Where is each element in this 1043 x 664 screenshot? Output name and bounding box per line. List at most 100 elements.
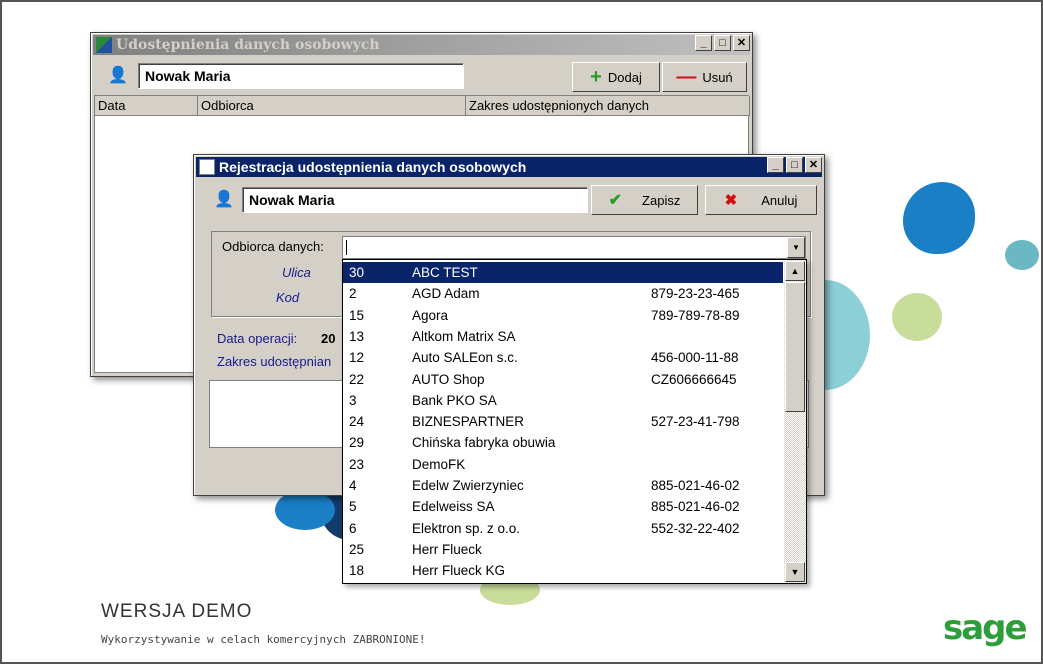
recipient-combobox[interactable]: ▼ (342, 236, 806, 259)
dropdown-cell-nip: CZ606666645 (651, 371, 737, 387)
plus-icon: + (590, 65, 602, 88)
dropdown-cell-id: 22 (349, 371, 365, 387)
demo-subtitle: Wykorzystywanie w celach komercyjnych ZA… (101, 633, 426, 646)
decor-blob-blue (903, 182, 975, 254)
sage-logo: sage (943, 608, 1028, 648)
dropdown-cell-name: Elektron sp. z o.o. (412, 520, 521, 536)
app-icon (199, 159, 215, 175)
dropdown-cell-name: Edelweiss SA (412, 499, 495, 515)
dropdown-cell-name: AUTO Shop (412, 371, 485, 387)
dropdown-cell-name: Herr Flueck KG (412, 563, 506, 579)
column-header-scope[interactable]: Zakres udostępnionych danych (466, 96, 750, 116)
dropdown-cell-id: 29 (349, 435, 365, 451)
dropdown-row[interactable]: 25 Herr Flueck (343, 539, 783, 560)
dropdown-cell-nip: 879-23-23-465 (651, 286, 740, 302)
dropdown-row[interactable]: 18 Herr Flueck KG (343, 560, 783, 581)
save-button[interactable]: ✔ Zapisz (591, 185, 698, 215)
window-title: Udostępnienia danych osobowych (116, 37, 380, 53)
dropdown-row[interactable]: 30 ABC TEST (343, 262, 783, 283)
code-label: Kod (276, 290, 300, 305)
dropdown-scrollbar[interactable]: ▲ ▼ (784, 260, 806, 583)
dropdown-cell-name: Agora (412, 307, 449, 323)
minimize-button[interactable]: _ (695, 35, 712, 51)
dropdown-row[interactable]: 24 BIZNESPARTNER 527-23-41-798 (343, 411, 783, 432)
dropdown-cell-name: ABC TEST (412, 265, 478, 280)
demo-title: WERSJA DEMO (101, 601, 253, 622)
person-icon: 👤 (214, 191, 234, 208)
cancel-x-icon: ✖ (724, 192, 738, 209)
add-button[interactable]: + Dodaj (572, 62, 660, 92)
maximize-button[interactable]: □ (714, 35, 731, 51)
person-field[interactable]: Nowak Maria (138, 63, 464, 89)
dropdown-cell-name: BIZNESPARTNER (412, 414, 525, 430)
decor-blob-teal (1005, 240, 1039, 270)
dropdown-cell-nip: 789-789-78-89 (651, 307, 740, 323)
person-icon: 👤 (108, 67, 128, 84)
dropdown-row[interactable]: 2 AGD Adam 879-23-23-465 (343, 283, 783, 304)
dropdown-row[interactable]: 5 Edelweiss SA 885-021-46-02 (343, 496, 783, 517)
scroll-thumb[interactable] (785, 282, 805, 412)
dropdown-row[interactable]: 23 DemoFK (343, 454, 783, 475)
scroll-down-button[interactable]: ▼ (785, 562, 805, 582)
dropdown-row[interactable]: 4 Edelw Zwierzyniec 885-021-46-02 (343, 475, 783, 496)
street-label: Ulica (282, 265, 311, 280)
recipient-label: Odbiorca danych: (222, 239, 324, 254)
dropdown-cell-id: 25 (349, 541, 365, 557)
recipient-dropdown-list: 30 ABC TEST 2 AGD Adam 879-23-23-465 15 Agora 7… (342, 259, 807, 584)
cancel-button[interactable]: ✖ Anuluj (705, 185, 817, 215)
column-header-recipient[interactable]: Odbiorca (198, 96, 466, 116)
maximize-button[interactable]: □ (786, 157, 803, 173)
dropdown-cell-id: 6 (349, 520, 357, 536)
dropdown-cell-id: 13 (349, 328, 365, 344)
dropdown-row[interactable]: 13 Altkom Matrix SA (343, 326, 783, 347)
app-icon (96, 37, 112, 53)
column-header-date[interactable]: Data (95, 96, 198, 116)
dropdown-cell-name: AGD Adam (412, 286, 480, 302)
dropdown-cell-nip: 885-021-46-02 (651, 478, 740, 493)
dropdown-cell-nip: 527-23-41-798 (651, 414, 740, 430)
scroll-up-button[interactable]: ▲ (785, 261, 805, 281)
dropdown-cell-name: Edelw Zwierzyniec (412, 478, 524, 493)
dropdown-cell-id: 4 (349, 478, 357, 493)
date-value[interactable]: 20 (321, 331, 335, 346)
dropdown-cell-name: Auto SALEon s.c. (412, 350, 518, 366)
dropdown-cell-id: 18 (349, 563, 365, 579)
dropdown-row[interactable]: 15 Agora 789-789-78-89 (343, 305, 783, 326)
scope-label: Zakres udostępnian (217, 354, 332, 369)
dropdown-cell-name: Chińska fabryka obuwia (412, 435, 556, 451)
remove-button[interactable]: — Usuń (662, 62, 747, 92)
dropdown-row[interactable]: 29 Chińska fabryka obuwia (343, 432, 783, 453)
dropdown-cell-name: Herr Flueck (412, 541, 482, 557)
dropdown-cell-id: 24 (349, 414, 365, 430)
dropdown-cell-id: 3 (349, 392, 357, 408)
minus-icon: — (676, 65, 697, 88)
date-label: Data operacji: (217, 331, 298, 346)
minimize-button[interactable]: _ (767, 157, 784, 173)
dropdown-row[interactable]: 22 AUTO Shop CZ606666645 (343, 369, 783, 390)
dropdown-arrow-button[interactable]: ▼ (787, 237, 805, 258)
dropdown-cell-nip: 456-000-11-88 (651, 350, 739, 366)
dropdown-cell-name: Altkom Matrix SA (412, 328, 516, 344)
close-button[interactable]: ✕ (805, 157, 822, 173)
text-cursor (346, 240, 347, 255)
decor-blob-lightgreen (892, 293, 942, 341)
dropdown-cell-name: DemoFK (412, 456, 466, 472)
dropdown-cell-nip: 552-32-22-402 (651, 520, 740, 536)
dropdown-row[interactable]: 12 Auto SALEon s.c. 456-000-11-88 (343, 347, 783, 368)
window-title: Rejestracja udostępnienia danych osobowy… (219, 159, 527, 175)
title-bar-active[interactable]: Rejestracja udostępnienia danych osobowy… (196, 157, 822, 177)
dropdown-cell-nip: 885-021-46-02 (651, 499, 740, 515)
person-field[interactable]: Nowak Maria (242, 187, 588, 213)
dropdown-cell-id: 23 (349, 456, 365, 472)
dropdown-cell-id: 30 (349, 265, 365, 280)
decor-blob-blue2 (275, 490, 335, 530)
title-bar[interactable]: Udostępnienia danych osobowych (93, 35, 750, 55)
dropdown-row[interactable]: 3 Bank PKO SA (343, 390, 783, 411)
dropdown-row[interactable]: 6 Elektron sp. z o.o. 552-32-22-402 (343, 518, 783, 539)
close-button[interactable]: ✕ (733, 35, 750, 51)
dropdown-cell-id: 2 (349, 286, 357, 302)
check-icon: ✔ (608, 192, 623, 209)
dropdown-cell-id: 5 (349, 499, 357, 515)
dropdown-cell-id: 15 (349, 307, 365, 323)
dropdown-cell-name: Bank PKO SA (412, 392, 497, 408)
